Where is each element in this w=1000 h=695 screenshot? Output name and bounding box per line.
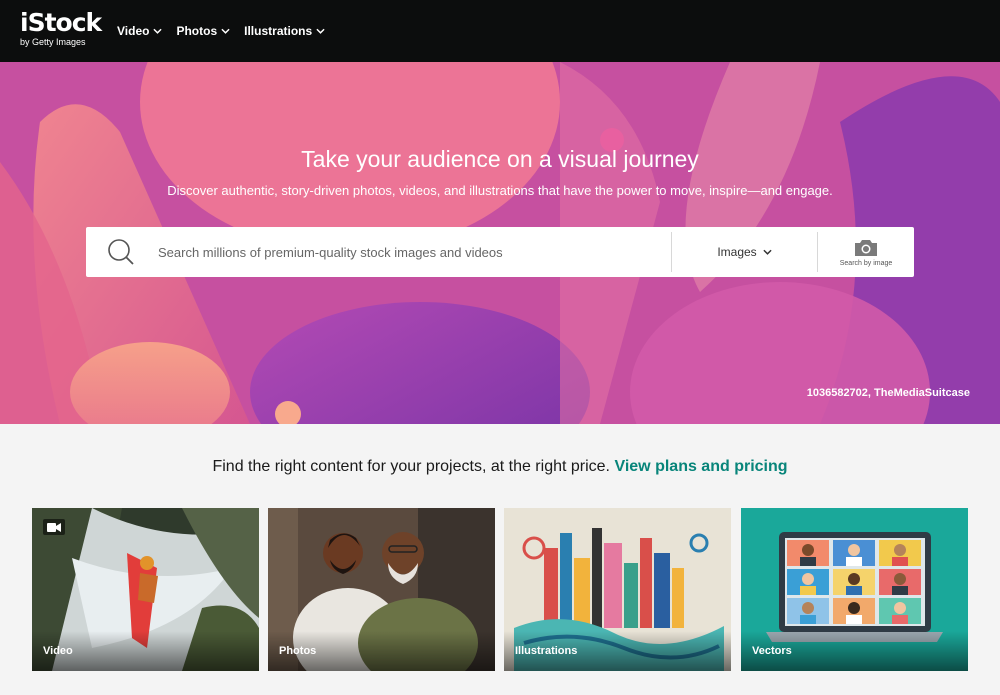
card-label: Vectors <box>752 645 792 657</box>
image-credit: 1036582702, TheMediaSuitcase <box>806 387 970 399</box>
card-video[interactable]: Video <box>32 508 259 671</box>
nav-item-label: Photos <box>176 24 218 38</box>
top-navigation: iStock by Getty Images Video Photos Illu… <box>0 0 1000 62</box>
card-illustrations[interactable]: Illustrations <box>504 508 731 671</box>
hero-subtitle: Discover authentic, story-driven photos,… <box>167 183 833 198</box>
promo-text: Find the right content for your projects… <box>212 458 610 475</box>
view-plans-link[interactable]: View plans and pricing <box>614 458 787 475</box>
logo-text: iStock <box>20 8 102 37</box>
search-by-image-label: Search by image <box>839 259 893 267</box>
hero-title: Take your audience on a visual journey <box>301 146 699 172</box>
nav-item-illustrations[interactable]: Illustrations <box>244 24 325 38</box>
chevron-down-icon <box>763 249 772 255</box>
chevron-down-icon <box>316 28 325 34</box>
hero-banner: Take your audience on a visual journey D… <box>0 62 1000 424</box>
nav-item-label: Illustrations <box>244 24 313 38</box>
chevron-down-icon <box>221 28 230 34</box>
card-label: Video <box>43 645 73 657</box>
nav-item-video[interactable]: Video <box>117 24 163 38</box>
search-icon[interactable] <box>86 227 156 277</box>
search-input[interactable] <box>156 227 671 277</box>
promo-line: Find the right content for your projects… <box>0 458 1000 476</box>
search-by-image-button[interactable]: Search by image <box>818 227 914 277</box>
card-label: Photos <box>279 645 317 657</box>
nav-menu: Video Photos Illustrations <box>117 24 325 38</box>
media-type-value: Images <box>717 245 757 259</box>
card-label: Illustrations <box>515 645 578 657</box>
media-type-dropdown[interactable]: Images <box>672 227 817 277</box>
nav-item-photos[interactable]: Photos <box>176 24 230 38</box>
camera-icon <box>855 239 877 256</box>
istock-logo[interactable]: iStock by Getty Images <box>20 8 102 48</box>
category-cards: Video Photos Illustrations Vectors <box>32 508 968 671</box>
card-photos[interactable]: Photos <box>268 508 495 671</box>
logo-subtext: by Getty Images <box>20 37 86 47</box>
search-bar: Images Search by image <box>86 227 914 277</box>
nav-item-label: Video <box>117 24 150 38</box>
card-vectors[interactable]: Vectors <box>741 508 968 671</box>
video-camera-icon <box>43 519 65 535</box>
chevron-down-icon <box>153 28 163 34</box>
